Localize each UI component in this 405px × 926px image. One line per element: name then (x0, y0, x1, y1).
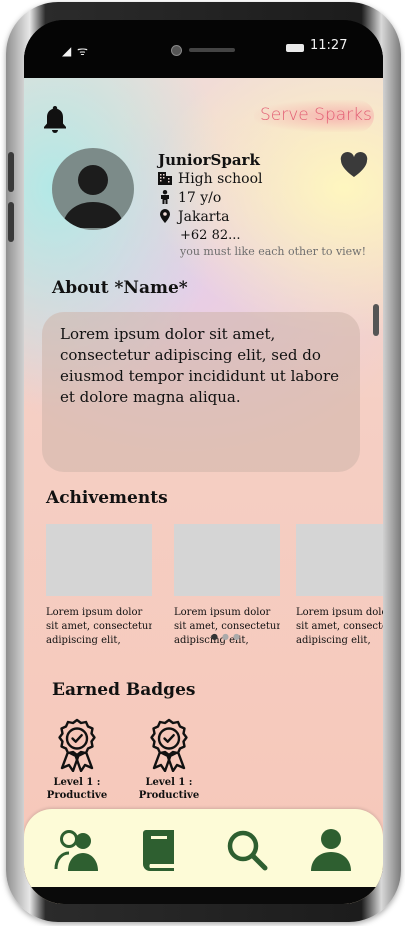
search-icon[interactable] (224, 827, 270, 873)
phone-hint: you must like each other to view! (180, 245, 367, 258)
location-row: Jakarta (158, 208, 366, 227)
achievement-image (174, 524, 280, 596)
profile-icon[interactable] (308, 827, 354, 873)
achievement-card[interactable]: Lorem ipsum dolor sit amet, consectetur … (174, 524, 280, 648)
badge-item[interactable]: Level 1 : Productive (134, 718, 204, 802)
about-card: Lorem ipsum dolor sit amet, consectetur … (42, 312, 360, 472)
friends-icon[interactable] (54, 827, 100, 873)
location-text: Jakarta (178, 209, 230, 225)
achievement-image (46, 524, 152, 596)
badge-label: Level 1 : Productive (46, 777, 108, 801)
profile-name: JuniorSpark (158, 151, 260, 169)
achievements-title: Achivements (46, 488, 168, 508)
badges-title: Earned Badges (52, 680, 196, 700)
phone-number: +62 82... (180, 228, 241, 243)
location-pin-icon (160, 209, 170, 223)
age-row: 17 y/o (158, 189, 366, 208)
award-badge-icon (150, 718, 188, 772)
app-name: Serve Sparks (260, 105, 372, 125)
screen: ◢ ᯤ 11:27 Serve Sparks JuniorSpark High … (24, 20, 383, 904)
achievement-text: Lorem ipsum dolor sit amet, consectetur … (296, 607, 383, 646)
signal-icon: ◢ ᯤ (62, 44, 89, 58)
achievement-text: Lorem ipsum dolor sit amet, consectetur … (174, 607, 280, 646)
battery-icon (286, 44, 304, 52)
phone-bezel: ◢ ᯤ 11:27 Serve Sparks JuniorSpark High … (24, 20, 383, 904)
page-dot-active[interactable]: ● (211, 632, 222, 641)
profile-info: JuniorSpark High school 17 y/o Jakarta +… (158, 150, 366, 260)
school-row: High school (158, 170, 366, 189)
school-text: High school (178, 171, 263, 187)
scrollbar-thumb[interactable] (373, 304, 379, 336)
age-text: 17 y/o (178, 190, 222, 206)
about-title: About *Name* (52, 278, 188, 298)
achievement-text: Lorem ipsum dolor sit amet, consectetur … (46, 607, 152, 646)
carousel-page-indicator[interactable]: ●●● (211, 632, 244, 641)
speaker-grille (189, 48, 235, 52)
about-text: Lorem ipsum dolor sit amet, consectetur … (60, 325, 340, 406)
screen-bottom-edge (24, 887, 383, 904)
building-icon (158, 172, 172, 185)
avatar[interactable] (52, 148, 134, 230)
status-time: 11:27 (310, 38, 348, 53)
user-avatar-icon (62, 165, 124, 228)
phone-frame: ◢ ᯤ 11:27 Serve Sparks JuniorSpark High … (6, 2, 401, 922)
bell-icon[interactable] (42, 104, 68, 134)
phone-side-button (8, 152, 14, 192)
status-bar: ◢ ᯤ 11:27 (24, 20, 383, 78)
book-icon[interactable] (137, 827, 183, 873)
achievement-image (296, 524, 383, 596)
person-icon (161, 190, 169, 204)
page-dot[interactable]: ● (222, 632, 233, 641)
front-camera (171, 45, 182, 56)
achievement-card[interactable]: Lorem ipsum dolor sit amet, consectetur … (46, 524, 152, 648)
achievement-card[interactable]: Lorem ipsum dolor sit amet, consectetur … (296, 524, 383, 648)
award-badge-icon (58, 718, 96, 772)
badge-item[interactable]: Level 1 : Productive (42, 718, 112, 802)
phone-side-button (8, 202, 14, 242)
page-dot[interactable]: ● (233, 632, 244, 641)
app-logo: Serve Sparks (254, 98, 376, 136)
badge-label: Level 1 : Productive (138, 777, 200, 801)
profile-screen: Serve Sparks JuniorSpark High school 17 … (24, 78, 383, 904)
heart-icon[interactable] (340, 152, 368, 178)
